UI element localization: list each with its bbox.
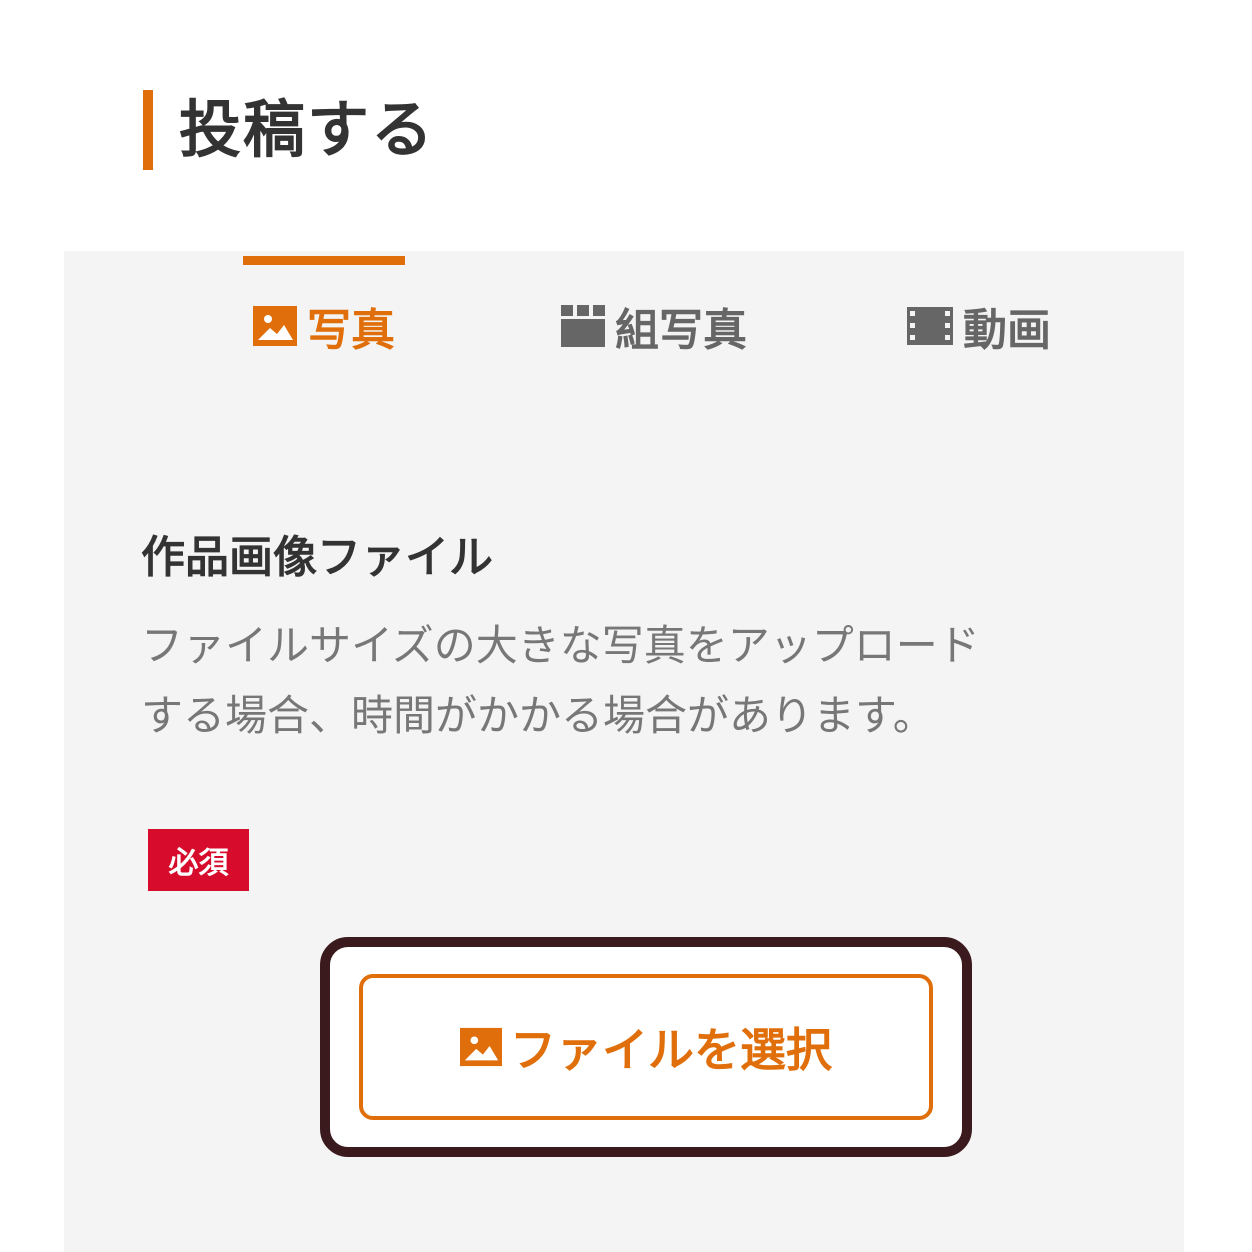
upload-panel: 写真 組写真 動画 作品画像ファイル ファイルサイズの大きな写真をアップロード … <box>64 251 1184 1252</box>
tab-photo-set[interactable]: 組写真 <box>534 251 774 401</box>
page: 投稿する 写真 組写真 動画 作品画像ファイル ファイルサイズの大きな写真をアッ… <box>0 0 1252 1252</box>
page-heading: 投稿する <box>143 90 435 170</box>
select-file-button[interactable]: ファイルを選択 <box>359 974 933 1120</box>
tab-label: 動画 <box>963 305 1051 356</box>
image-icon <box>253 306 297 346</box>
heading-accent-bar <box>143 90 153 170</box>
tab-label: 写真 <box>307 305 395 356</box>
grid-icon <box>561 305 605 347</box>
image-icon <box>460 1027 502 1067</box>
tab-label: 組写真 <box>615 305 747 356</box>
field-title: 作品画像ファイル <box>141 532 493 583</box>
select-file-button-label: ファイルを選択 <box>510 1023 832 1077</box>
field-description: ファイルサイズの大きな写真をアップロード する場合、時間がかかる場合があります。 <box>141 611 1101 751</box>
tab-photo[interactable]: 写真 <box>243 251 405 401</box>
tab-video[interactable]: 動画 <box>879 251 1079 401</box>
description-line: ファイルサイズの大きな写真をアップロード <box>141 621 980 670</box>
active-tab-indicator <box>243 256 405 265</box>
description-line: する場合、時間がかかる場合があります。 <box>141 691 935 740</box>
page-title: 投稿する <box>179 93 436 166</box>
film-icon <box>907 307 953 345</box>
required-badge: 必須 <box>148 829 249 891</box>
